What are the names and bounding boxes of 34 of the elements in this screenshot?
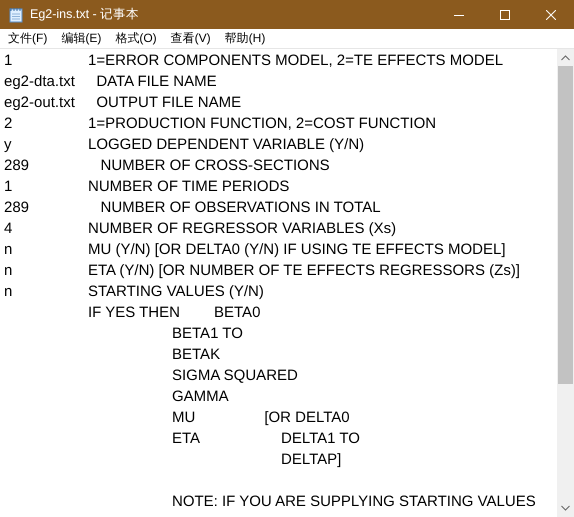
text-line: 289 NUMBER OF OBSERVATIONS IN TOTAL	[4, 198, 382, 218]
menu-item[interactable]: 帮助(H)	[218, 30, 272, 47]
menu-item[interactable]: 格式(O)	[108, 30, 164, 47]
text-line: SIGMA SQUARED	[171, 366, 299, 386]
text-line: 2 1=PRODUCTION FUNCTION, 2=COST FUNCTION	[4, 114, 438, 134]
menu-item[interactable]: 编辑(E)	[54, 30, 108, 47]
text-line: GAMMA	[171, 387, 230, 407]
text-line: ETA DELTA1 TO	[171, 429, 361, 449]
text-line: n MU (Y/N) [OR DELTA0 (Y/N) IF USING TE EFFECTS MODEL]	[4, 240, 507, 260]
text-line: BETA1 TO	[171, 324, 244, 344]
scrollbar[interactable]	[557, 49, 574, 517]
maximize-icon	[500, 10, 510, 20]
text-line: MU [OR DELTA0	[171, 408, 351, 428]
notepad-icon	[8, 6, 24, 22]
scroll-up-icon[interactable]	[561, 55, 570, 61]
window-title: Eg2-ins.txt - 记事本	[30, 6, 140, 23]
text-line: n ETA (Y/N) [OR NUMBER OF TE EFFECTS REGRESSORS (Zs)]	[4, 261, 521, 281]
text-line: n STARTING VALUES (Y/N)	[4, 282, 265, 302]
text-line: BETAK	[171, 345, 222, 365]
text-line: DELTAP]	[280, 450, 342, 470]
menu-item[interactable]: 查看(V)	[164, 30, 218, 47]
text-line: 1 NUMBER OF TIME PERIODS	[4, 177, 290, 197]
scroll-down-icon[interactable]	[561, 505, 570, 511]
text-line: eg2-out.txt OUTPUT FILE NAME	[4, 93, 242, 113]
text-line: y LOGGED DEPENDENT VARIABLE (Y/N)	[4, 135, 366, 155]
text-line: 1 1=ERROR COMPONENTS MODEL, 2=TE EFFECTS MODEL	[4, 51, 504, 71]
text-line: NOTE: IF YOU ARE SUPPLYING STARTING VALUES	[171, 492, 537, 512]
menu-item[interactable]: 文件(F)	[1, 30, 54, 47]
text-line: 4 NUMBER OF REGRESSOR VARIABLES (Xs)	[4, 219, 398, 239]
text-line: IF YES THEN BETA0	[87, 303, 262, 323]
close-icon	[546, 10, 556, 20]
text-line: eg2-dta.txt DATA FILE NAME	[4, 72, 218, 92]
text-line: 289 NUMBER OF CROSS-SECTIONS	[4, 156, 331, 176]
scroll-thumb[interactable]	[558, 66, 573, 384]
